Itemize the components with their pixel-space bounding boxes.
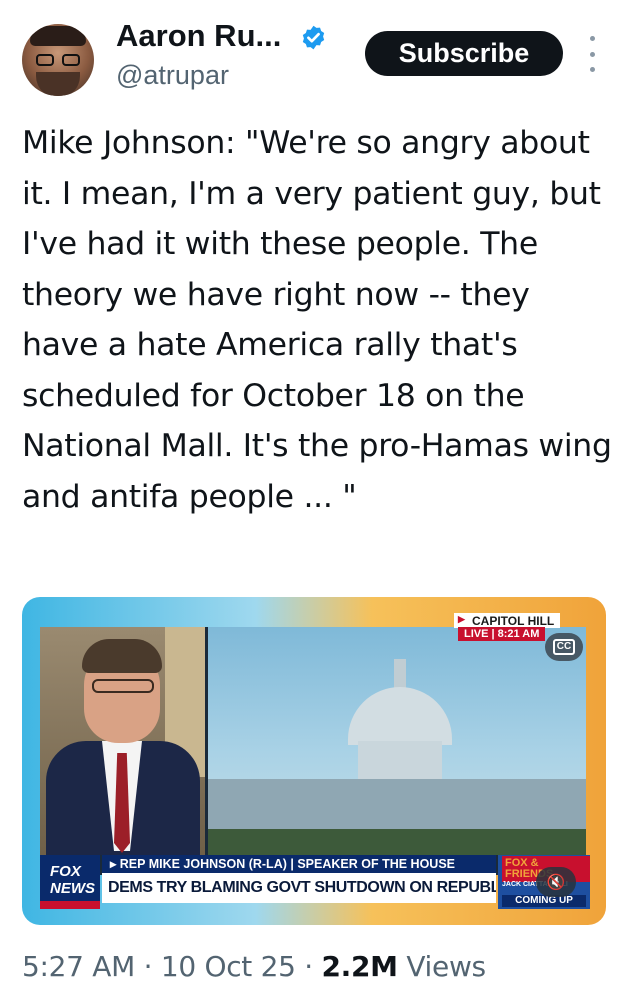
tweet-date[interactable]: 10 Oct 25 [161,950,296,983]
speaker-feed [40,627,205,855]
lower-third-headline: DEMS TRY BLAMING GOVT SHUTDOWN ON REPUBL… [102,873,496,903]
live-badge: LIVE | 8:21 AM [458,627,546,641]
author-avatar[interactable] [22,24,94,96]
subscribe-button[interactable]: Subscribe [365,31,563,76]
avatar-glasses [36,54,80,66]
capitol-feed [208,627,586,855]
coming-up-label: COMING UP [502,895,586,907]
views-count[interactable]: 2.2M [321,950,398,983]
video-frame [40,627,586,875]
avatar-hair [30,26,86,46]
fox-news-logo: FOX NEWS [40,855,100,909]
location-tag: CAPITOL HILL [454,613,561,628]
cc-icon: CC [552,639,576,655]
avatar-beard [36,72,80,96]
author-handle[interactable]: @atrupar [116,60,229,91]
closed-captions-button[interactable]: CC [545,633,583,661]
news-lower-third: FOX NEWS ▸ REP MIKE JOHNSON (R-LA) | SPE… [40,855,590,909]
lower-third-title: ▸ REP MIKE JOHNSON (R-LA) | SPEAKER OF T… [102,855,496,873]
verified-badge-icon [302,25,325,50]
more-options-icon[interactable] [586,36,598,72]
tweet-time[interactable]: 5:27 AM [22,950,135,983]
views-label[interactable]: Views [406,950,486,983]
mute-icon[interactable]: 🔇 [536,867,576,897]
video-player[interactable]: CAPITOL HILL LIVE | 8:21 AM CC FOX NEWS … [22,597,606,925]
author-name[interactable]: Aaron Ru... [116,18,281,54]
meta-separator: · [143,950,153,983]
tweet-text: Mike Johnson: "We're so angry about it. … [22,125,612,515]
meta-separator: · [304,950,313,983]
tweet-meta: 5:27 AM · 10 Oct 25 · 2.2M Views [22,950,486,983]
